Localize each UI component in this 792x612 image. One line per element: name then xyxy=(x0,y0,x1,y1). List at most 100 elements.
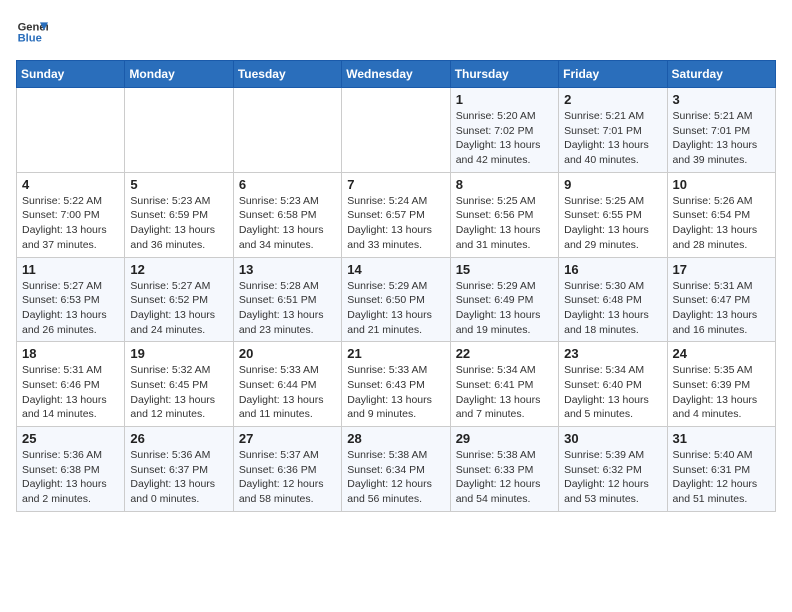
day-cell: 31 Sunrise: 5:40 AMSunset: 6:31 PMDayligh… xyxy=(667,427,775,512)
day-detail: Sunrise: 5:21 AMSunset: 7:01 PMDaylight:… xyxy=(564,109,661,168)
day-cell: 26Sunrise: 5:36 AMSunset: 6:37 PMDayligh… xyxy=(125,427,233,512)
day-detail: Sunrise: 5:23 AMSunset: 6:58 PMDaylight:… xyxy=(239,194,336,253)
day-cell: 17 Sunrise: 5:31 AMSunset: 6:47 PMDayligh… xyxy=(667,257,775,342)
day-detail: Sunrise: 5:27 AMSunset: 6:52 PMDaylight:… xyxy=(130,279,227,338)
day-detail: Sunrise: 5:26 AMSunset: 6:54 PMDaylight:… xyxy=(673,194,770,253)
day-cell: 13 Sunrise: 5:28 AMSunset: 6:51 PMDayligh… xyxy=(233,257,341,342)
col-header-saturday: Saturday xyxy=(667,61,775,88)
day-number: 12 xyxy=(130,262,227,277)
day-detail: Sunrise: 5:25 AMSunset: 6:56 PMDaylight:… xyxy=(456,194,553,253)
day-number: 5 xyxy=(130,177,227,192)
day-detail: Sunrise: 5:31 AMSunset: 6:47 PMDaylight:… xyxy=(673,279,770,338)
logo: General Blue xyxy=(16,16,48,48)
day-cell: 7Sunrise: 5:24 AMSunset: 6:57 PMDaylight… xyxy=(342,172,450,257)
day-cell: 6 Sunrise: 5:23 AMSunset: 6:58 PMDaylight… xyxy=(233,172,341,257)
day-cell xyxy=(125,88,233,173)
day-detail: Sunrise: 5:21 AMSunset: 7:01 PMDaylight:… xyxy=(673,109,770,168)
day-detail: Sunrise: 5:24 AMSunset: 6:57 PMDaylight:… xyxy=(347,194,444,253)
day-number: 25 xyxy=(22,431,119,446)
day-number: 30 xyxy=(564,431,661,446)
day-cell: 8Sunrise: 5:25 AMSunset: 6:56 PMDaylight… xyxy=(450,172,558,257)
day-cell: 12 Sunrise: 5:27 AMSunset: 6:52 PMDayligh… xyxy=(125,257,233,342)
col-header-monday: Monday xyxy=(125,61,233,88)
day-detail: Sunrise: 5:40 AMSunset: 6:31 PMDaylight:… xyxy=(673,448,770,507)
week-row-2: 4 Sunrise: 5:22 AMSunset: 7:00 PMDaylight… xyxy=(17,172,776,257)
day-number: 15 xyxy=(456,262,553,277)
logo-icon: General Blue xyxy=(16,16,48,48)
day-cell: 18 Sunrise: 5:31 AMSunset: 6:46 PMDayligh… xyxy=(17,342,125,427)
day-detail: Sunrise: 5:25 AMSunset: 6:55 PMDaylight:… xyxy=(564,194,661,253)
day-cell xyxy=(342,88,450,173)
col-header-friday: Friday xyxy=(559,61,667,88)
day-number: 1 xyxy=(456,92,553,107)
day-cell xyxy=(233,88,341,173)
svg-text:Blue: Blue xyxy=(18,33,42,45)
day-number: 21 xyxy=(347,346,444,361)
day-number: 19 xyxy=(130,346,227,361)
day-number: 4 xyxy=(22,177,119,192)
day-cell: 25Sunrise: 5:36 AMSunset: 6:38 PMDayligh… xyxy=(17,427,125,512)
day-number: 26 xyxy=(130,431,227,446)
day-detail: Sunrise: 5:34 AMSunset: 6:40 PMDaylight:… xyxy=(564,363,661,422)
col-header-thursday: Thursday xyxy=(450,61,558,88)
day-detail: Sunrise: 5:34 AMSunset: 6:41 PMDaylight:… xyxy=(456,363,553,422)
day-detail: Sunrise: 5:39 AMSunset: 6:32 PMDaylight:… xyxy=(564,448,661,507)
day-detail: Sunrise: 5:29 AMSunset: 6:50 PMDaylight:… xyxy=(347,279,444,338)
day-number: 13 xyxy=(239,262,336,277)
day-detail: Sunrise: 5:30 AMSunset: 6:48 PMDaylight:… xyxy=(564,279,661,338)
day-number: 14 xyxy=(347,262,444,277)
day-detail: Sunrise: 5:35 AMSunset: 6:39 PMDaylight:… xyxy=(673,363,770,422)
day-detail: Sunrise: 5:28 AMSunset: 6:51 PMDaylight:… xyxy=(239,279,336,338)
calendar-table: SundayMondayTuesdayWednesdayThursdayFrid… xyxy=(16,60,776,512)
day-number: 20 xyxy=(239,346,336,361)
day-number: 17 xyxy=(673,262,770,277)
week-row-3: 11 Sunrise: 5:27 AMSunset: 6:53 PMDayligh… xyxy=(17,257,776,342)
week-row-4: 18 Sunrise: 5:31 AMSunset: 6:46 PMDayligh… xyxy=(17,342,776,427)
day-cell: 16 Sunrise: 5:30 AMSunset: 6:48 PMDayligh… xyxy=(559,257,667,342)
day-cell xyxy=(17,88,125,173)
day-detail: Sunrise: 5:38 AMSunset: 6:33 PMDaylight:… xyxy=(456,448,553,507)
day-number: 29 xyxy=(456,431,553,446)
day-number: 6 xyxy=(239,177,336,192)
day-number: 11 xyxy=(22,262,119,277)
day-number: 31 xyxy=(673,431,770,446)
day-number: 10 xyxy=(673,177,770,192)
day-number: 22 xyxy=(456,346,553,361)
day-cell: 28 Sunrise: 5:38 AMSunset: 6:34 PMDayligh… xyxy=(342,427,450,512)
day-number: 3 xyxy=(673,92,770,107)
day-cell: 24 Sunrise: 5:35 AMSunset: 6:39 PMDayligh… xyxy=(667,342,775,427)
day-detail: Sunrise: 5:37 AMSunset: 6:36 PMDaylight:… xyxy=(239,448,336,507)
day-cell: 3 Sunrise: 5:21 AMSunset: 7:01 PMDaylight… xyxy=(667,88,775,173)
day-number: 2 xyxy=(564,92,661,107)
day-detail: Sunrise: 5:38 AMSunset: 6:34 PMDaylight:… xyxy=(347,448,444,507)
day-detail: Sunrise: 5:22 AMSunset: 7:00 PMDaylight:… xyxy=(22,194,119,253)
day-cell: 5 Sunrise: 5:23 AMSunset: 6:59 PMDaylight… xyxy=(125,172,233,257)
page-header: General Blue xyxy=(16,16,776,48)
day-number: 16 xyxy=(564,262,661,277)
day-detail: Sunrise: 5:31 AMSunset: 6:46 PMDaylight:… xyxy=(22,363,119,422)
day-cell: 22 Sunrise: 5:34 AMSunset: 6:41 PMDayligh… xyxy=(450,342,558,427)
day-cell: 1 Sunrise: 5:20 AMSunset: 7:02 PMDaylight… xyxy=(450,88,558,173)
day-cell: 21 Sunrise: 5:33 AMSunset: 6:43 PMDayligh… xyxy=(342,342,450,427)
day-detail: Sunrise: 5:33 AMSunset: 6:43 PMDaylight:… xyxy=(347,363,444,422)
day-cell: 10 Sunrise: 5:26 AMSunset: 6:54 PMDayligh… xyxy=(667,172,775,257)
day-detail: Sunrise: 5:32 AMSunset: 6:45 PMDaylight:… xyxy=(130,363,227,422)
day-cell: 20 Sunrise: 5:33 AMSunset: 6:44 PMDayligh… xyxy=(233,342,341,427)
day-cell: 14 Sunrise: 5:29 AMSunset: 6:50 PMDayligh… xyxy=(342,257,450,342)
day-cell: 19 Sunrise: 5:32 AMSunset: 6:45 PMDayligh… xyxy=(125,342,233,427)
day-cell: 23Sunrise: 5:34 AMSunset: 6:40 PMDayligh… xyxy=(559,342,667,427)
day-number: 18 xyxy=(22,346,119,361)
day-detail: Sunrise: 5:23 AMSunset: 6:59 PMDaylight:… xyxy=(130,194,227,253)
day-detail: Sunrise: 5:33 AMSunset: 6:44 PMDaylight:… xyxy=(239,363,336,422)
day-detail: Sunrise: 5:29 AMSunset: 6:49 PMDaylight:… xyxy=(456,279,553,338)
day-detail: Sunrise: 5:20 AMSunset: 7:02 PMDaylight:… xyxy=(456,109,553,168)
day-number: 24 xyxy=(673,346,770,361)
day-number: 9 xyxy=(564,177,661,192)
day-cell: 15 Sunrise: 5:29 AMSunset: 6:49 PMDayligh… xyxy=(450,257,558,342)
day-number: 28 xyxy=(347,431,444,446)
day-detail: Sunrise: 5:27 AMSunset: 6:53 PMDaylight:… xyxy=(22,279,119,338)
day-cell: 30 Sunrise: 5:39 AMSunset: 6:32 PMDayligh… xyxy=(559,427,667,512)
day-cell: 4 Sunrise: 5:22 AMSunset: 7:00 PMDaylight… xyxy=(17,172,125,257)
day-number: 27 xyxy=(239,431,336,446)
day-cell: 2 Sunrise: 5:21 AMSunset: 7:01 PMDaylight… xyxy=(559,88,667,173)
